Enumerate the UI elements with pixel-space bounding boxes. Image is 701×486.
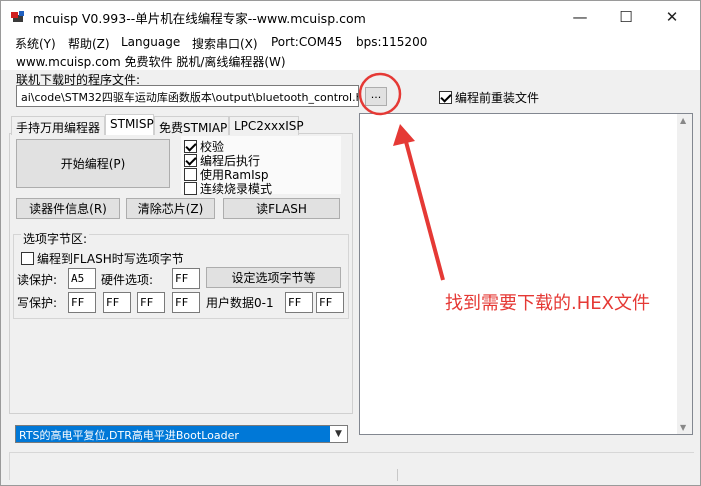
annotation-arrow-head (393, 124, 415, 146)
annotation-text: 找到需要下载的.HEX文件 (445, 293, 650, 314)
highlight-circle (358, 72, 402, 116)
annotation-overlay (358, 72, 445, 281)
app-window: mcuisp V0.993--单片机在线编程专家--www.mcuisp.com… (0, 0, 701, 486)
annotation-arrow-shaft (403, 137, 445, 281)
